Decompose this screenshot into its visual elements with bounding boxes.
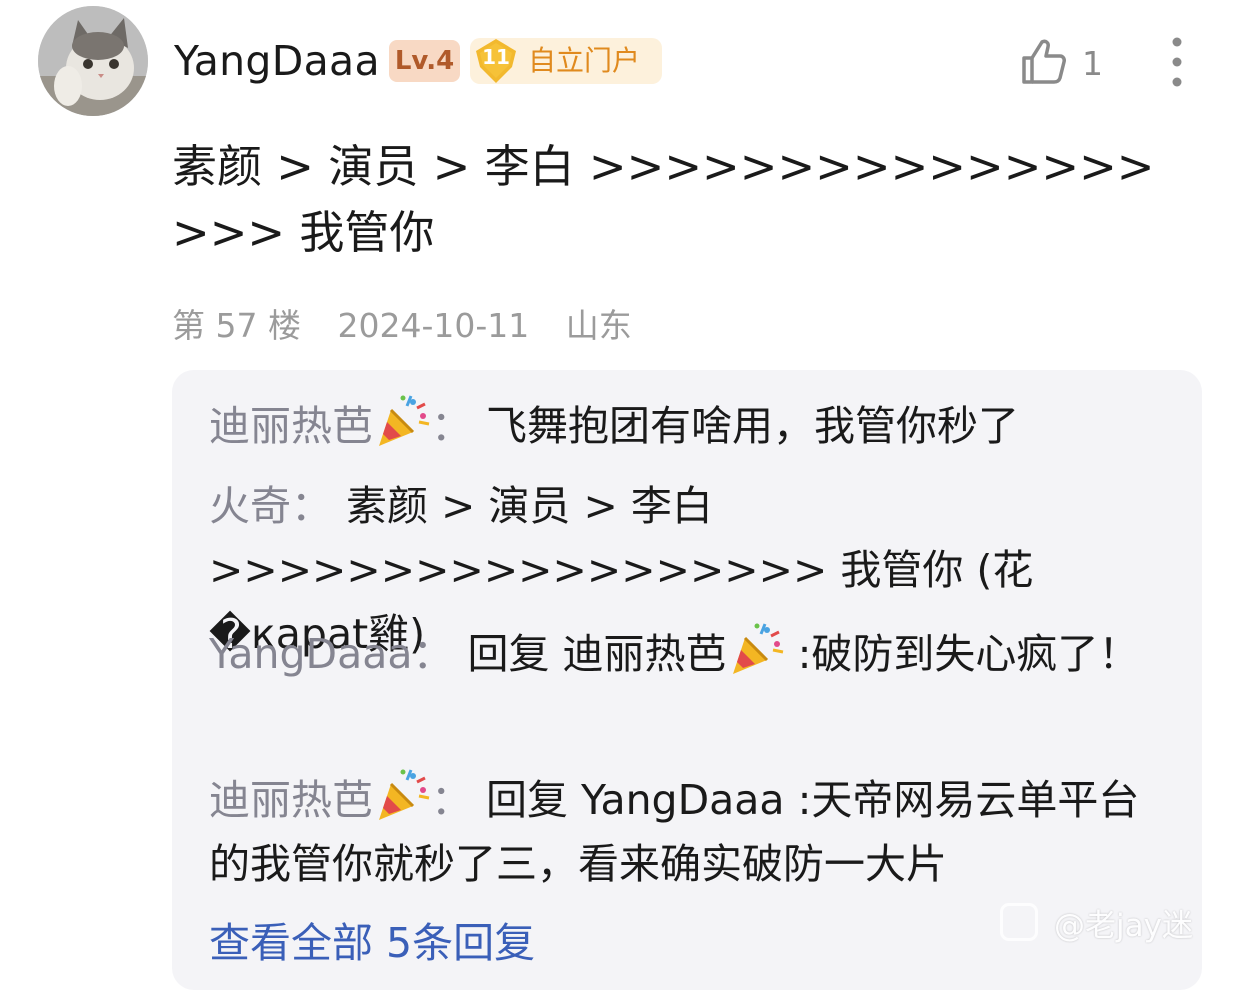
reply-author[interactable]: 迪丽热芭 (209, 402, 373, 450)
reply-text: :破防到失心疯了！ (797, 630, 1140, 678)
like-count: 1 (1082, 44, 1103, 83)
avatar[interactable] (38, 6, 148, 116)
reply-author[interactable]: 迪丽热芭 (209, 776, 373, 824)
party-popper-icon (732, 623, 783, 674)
reply-author[interactable]: YangDaaa (209, 630, 412, 678)
reply-box[interactable]: 迪丽热芭 ：飞舞抱团有啥用，我管你秒了 火奇： 素颜 > 演员 > 李白 >>>>… (172, 370, 1202, 990)
weibo-logo-icon (1000, 903, 1038, 941)
fan-badge[interactable]: 11 自立门户 (470, 38, 662, 84)
reply-item[interactable]: YangDaaa： 回复 迪丽热芭 :破防到失心疯了！ (209, 620, 1169, 686)
reply-text: 飞舞抱团有啥用，我管你秒了 (486, 402, 1019, 450)
level-badge: Lv.4 (389, 40, 460, 82)
reply-target[interactable]: 迪丽热芭 (563, 630, 727, 678)
more-options-icon[interactable] (1160, 36, 1194, 88)
reply-separator: ： (412, 630, 454, 678)
watermark: @老jay迷 (1000, 898, 1242, 946)
reply-author[interactable]: 火奇 (209, 482, 291, 530)
fan-badge-level: 11 (482, 45, 510, 69)
reply-separator: ： (431, 776, 472, 824)
watermark-text: @老jay迷 (1054, 907, 1193, 944)
reply-separator: ： (431, 402, 472, 450)
username[interactable]: YangDaaa (174, 36, 380, 86)
reply-target[interactable]: YangDaaa (581, 776, 784, 824)
party-popper-icon (379, 769, 430, 820)
comment-meta: 第 57 楼 2024-10-11 山东 (172, 304, 658, 348)
party-popper-icon (379, 395, 430, 446)
thumbs-up-icon[interactable] (1018, 36, 1068, 86)
floor-number: 第 57 楼 (172, 306, 301, 345)
reply-separator: ： (291, 482, 332, 530)
reply-item[interactable]: 迪丽热芭 ： 飞舞抱团有啥用，我管你秒了 (209, 392, 1169, 458)
fan-badge-name: 自立门户 (528, 44, 641, 77)
comment-text: 素颜 > 演员 > 李白 >>>>>>>>>>>>>>>>>> 我管你 (172, 140, 1155, 259)
see-all-replies-link[interactable]: 查看全部 5条回复 (209, 918, 535, 968)
reply-prefix: 回复 (467, 630, 550, 678)
comment-date: 2024-10-11 (337, 306, 530, 345)
reply-item[interactable]: 迪丽热芭 ：回复 YangDaaa :天帝网易云单平台的我管你就秒了三，看来确实… (209, 766, 1169, 896)
comment-location: 山东 (565, 306, 632, 345)
reply-prefix: 回复 (486, 776, 568, 824)
